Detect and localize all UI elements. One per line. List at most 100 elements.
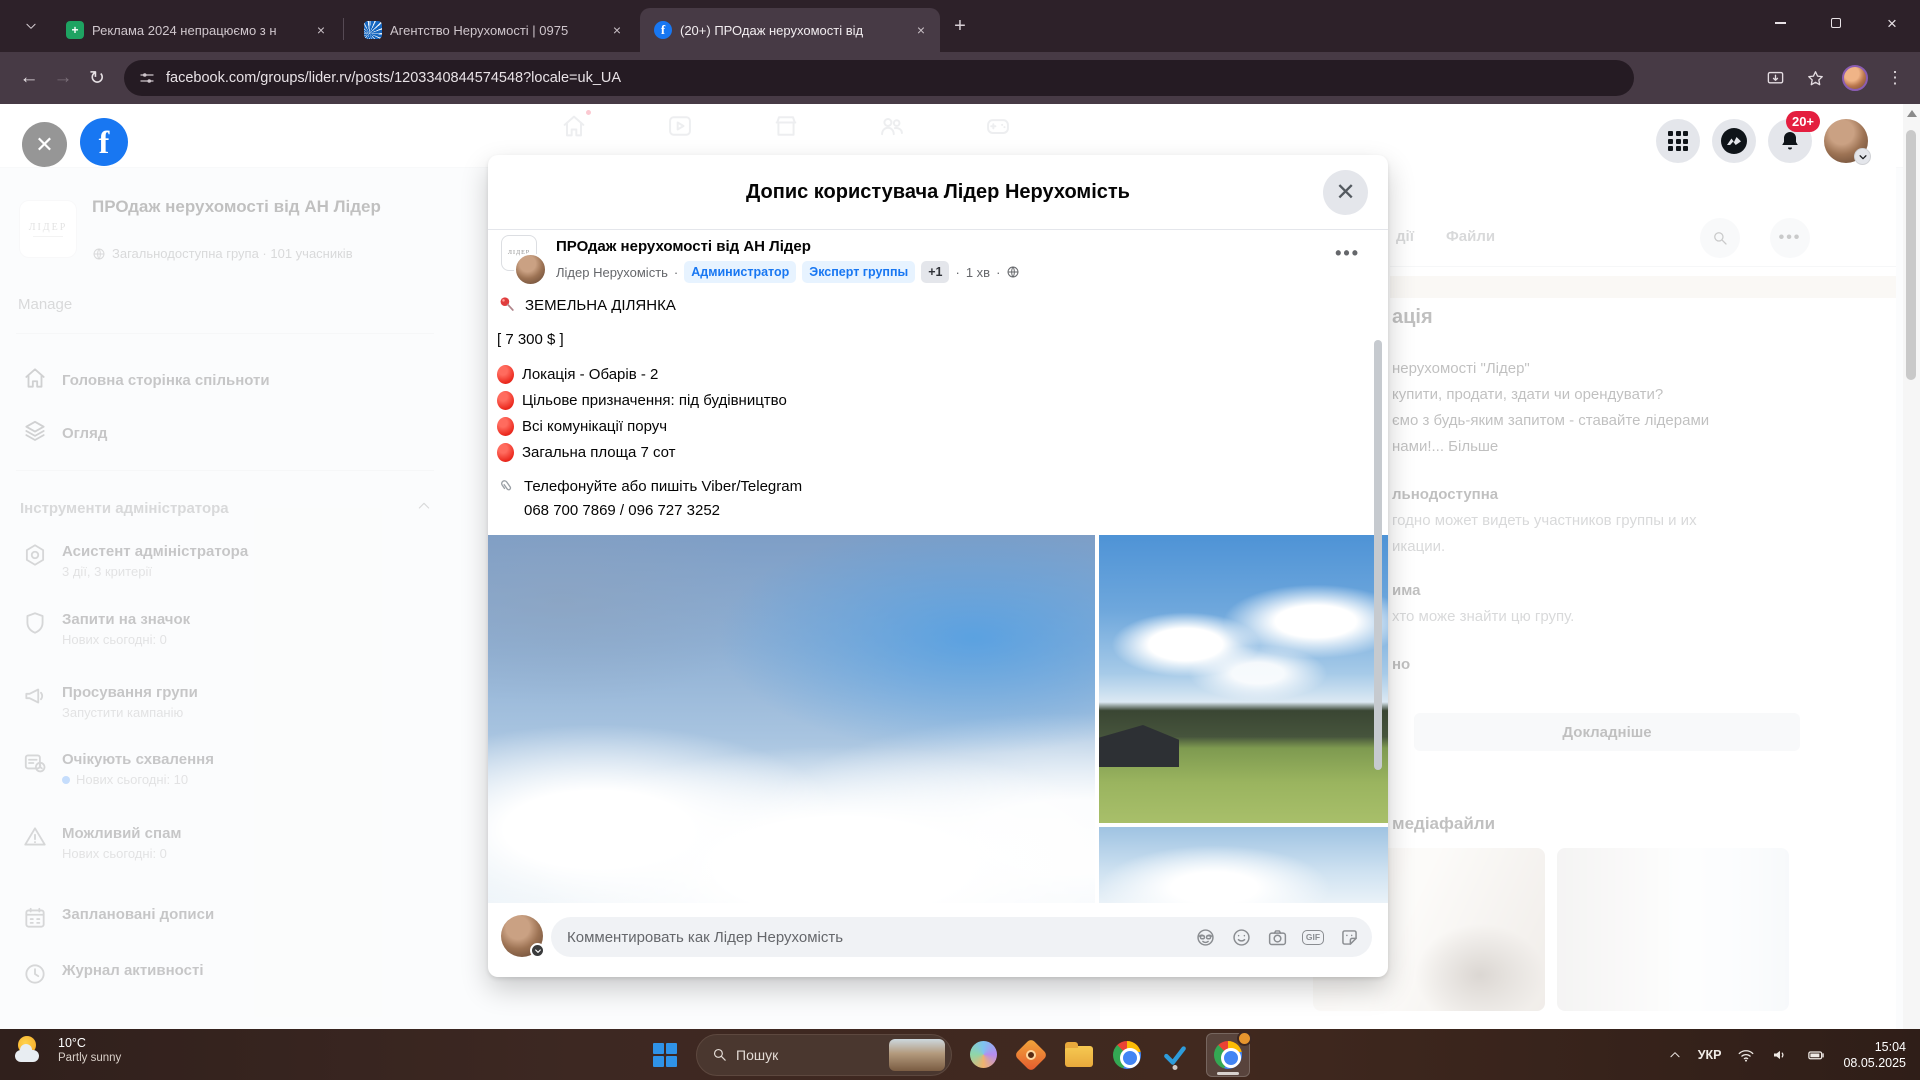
weather-temp: 10°C: [58, 1036, 86, 1050]
post-photo-sky[interactable]: [488, 535, 1095, 903]
window-minimize-button[interactable]: [1752, 0, 1808, 46]
tab-close-icon[interactable]: ×: [608, 21, 626, 39]
avatar-sticker-icon[interactable]: [1194, 926, 1216, 948]
post-photo-partial[interactable]: [1099, 827, 1388, 903]
windows-logo-icon: [653, 1042, 677, 1067]
pushpin-icon: [500, 297, 514, 311]
scrollbar-thumb[interactable]: [1906, 130, 1916, 380]
post-headline: ЗЕМЕЛЬНА ДІЛЯНКА: [497, 295, 676, 315]
comment-toolbar: GIF: [1194, 926, 1360, 948]
running-indicator: [1172, 1064, 1178, 1070]
tab-search-chevron-icon[interactable]: [16, 11, 46, 41]
system-tray: УКР 15:04 08.05.2025: [1668, 1029, 1906, 1080]
taskbar-search[interactable]: Пошук: [696, 1033, 952, 1076]
post-time[interactable]: 1 хв: [966, 265, 990, 280]
search-highlight-image: [889, 1038, 945, 1071]
tasks-app-button[interactable]: [1158, 1038, 1192, 1072]
tray-date: 08.05.2025: [1843, 1055, 1906, 1070]
volume-icon[interactable]: [1771, 1046, 1789, 1064]
install-app-icon[interactable]: [1758, 61, 1792, 95]
emoji-icon[interactable]: [1230, 926, 1252, 948]
tray-chevron-up-icon[interactable]: [1668, 1048, 1682, 1062]
facebook-logo[interactable]: f: [80, 118, 128, 166]
profile-avatar[interactable]: [1838, 61, 1872, 95]
file-explorer-button[interactable]: [1062, 1038, 1096, 1072]
wifi-icon[interactable]: [1737, 1046, 1755, 1064]
site-info-icon[interactable]: [138, 69, 156, 87]
browser-tabstrip: + Реклама 2024 непрацюємо з н × Агентств…: [0, 0, 1920, 52]
comment-input-pill: GIF: [551, 917, 1372, 957]
search-icon: [713, 1048, 726, 1061]
browser-menu-icon[interactable]: ⋮: [1878, 61, 1912, 95]
post-options-button[interactable]: •••: [1335, 243, 1360, 264]
post-photo-landscape[interactable]: [1099, 535, 1388, 823]
language-indicator[interactable]: УКР: [1698, 1048, 1722, 1062]
weather-condition: Partly sunny: [58, 1052, 122, 1064]
battery-icon[interactable]: [1805, 1046, 1827, 1064]
tab-close-icon[interactable]: ×: [312, 21, 330, 39]
browser-tab-1[interactable]: + Реклама 2024 непрацюємо з н ×: [52, 8, 340, 52]
sheets-favicon: +: [66, 21, 84, 39]
page-scrollbar[interactable]: [1903, 104, 1920, 1029]
photos-app-icon: [1014, 1037, 1048, 1072]
back-button[interactable]: ←: [12, 61, 46, 95]
taskbar-weather-widget[interactable]: 10°C Partly sunny: [14, 1034, 121, 1068]
post-author-avatar[interactable]: [514, 253, 547, 286]
camera-icon[interactable]: [1266, 926, 1288, 948]
window-controls: ×: [1752, 0, 1920, 46]
account-avatar[interactable]: [1824, 119, 1871, 165]
browser-toolbar: ← → ↻ facebook.com/groups/lider.rv/posts…: [0, 52, 1920, 104]
browser-tab-active[interactable]: f (20+) ПРОдаж нерухомості від ×: [640, 8, 940, 52]
tab-title: (20+) ПРОдаж нерухомості від: [680, 22, 864, 38]
modal-title: Допис користувача Лідер Нерухомість: [746, 181, 1130, 203]
reload-button[interactable]: ↻: [80, 61, 114, 95]
bell-icon: [1782, 132, 1798, 150]
chevron-down-icon: [530, 943, 545, 958]
copilot-app-button[interactable]: [966, 1038, 1000, 1072]
scroll-up-arrow[interactable]: [1907, 110, 1917, 117]
red-circle-icon: [497, 417, 514, 436]
chrome-app-button[interactable]: [1110, 1038, 1144, 1072]
post-group-name[interactable]: ПРОдаж нерухомості від АН Лідер: [556, 238, 811, 255]
modal-header: Допис користувача Лідер Нерухомість ✕: [488, 155, 1388, 230]
window-close-button[interactable]: ×: [1864, 0, 1920, 46]
window-maximize-button[interactable]: [1808, 0, 1864, 46]
bookmark-star-icon[interactable]: [1798, 61, 1832, 95]
modal-scrollbar-thumb[interactable]: [1374, 340, 1382, 770]
chevron-down-icon: [1854, 148, 1871, 165]
modal-close-button[interactable]: ✕: [1323, 170, 1368, 215]
apps-menu-button[interactable]: [1656, 119, 1700, 163]
messenger-button[interactable]: [1712, 119, 1756, 163]
sticker-icon[interactable]: [1338, 926, 1360, 948]
comment-input[interactable]: [567, 928, 1194, 946]
tray-time: 15:04: [1874, 1039, 1906, 1054]
tab-close-icon[interactable]: ×: [912, 21, 930, 39]
post-bullet: Цільове призначення: під будівництво: [497, 391, 787, 410]
messenger-icon: [1721, 128, 1747, 154]
notifications-button[interactable]: 20+: [1768, 111, 1820, 163]
post-bullet: Всі комунікації поруч: [497, 417, 667, 436]
facebook-page: ЛІДЕР ПРОдаж нерухомості від АН Лідер За…: [0, 104, 1920, 1029]
folder-icon: [1065, 1042, 1093, 1067]
chrome-notification-badge: [1237, 1030, 1252, 1046]
close-overlay-button[interactable]: ✕: [22, 122, 67, 167]
new-tab-button[interactable]: +: [946, 12, 974, 40]
chrome-active-window-button[interactable]: [1206, 1030, 1252, 1077]
chrome-icon: [1214, 1040, 1242, 1069]
start-button[interactable]: [648, 1038, 682, 1072]
tab-title: Реклама 2024 непрацюємо з н: [92, 22, 277, 38]
post-author[interactable]: Лідер Нерухомість: [556, 265, 668, 280]
address-bar[interactable]: facebook.com/groups/lider.rv/posts/12033…: [124, 60, 1634, 96]
tab-title: Агентство Нерухомості | 0975: [390, 22, 569, 38]
browser-tab-2[interactable]: Агентство Нерухомості | 0975 ×: [350, 8, 636, 52]
taskbar-clock[interactable]: 15:04 08.05.2025: [1843, 1039, 1906, 1071]
post-bullet: Локація - Обарів - 2: [497, 365, 658, 384]
gif-icon[interactable]: GIF: [1302, 926, 1324, 948]
screen: + Реклама 2024 непрацюємо з н × Агентств…: [0, 0, 1920, 1080]
search-placeholder: Пошук: [736, 1046, 779, 1063]
comment-avatar[interactable]: [501, 915, 545, 958]
photos-app-button[interactable]: [1014, 1037, 1048, 1072]
post-price: [ 7 300 $ ]: [497, 331, 564, 348]
post-bullet: Загальна площа 7 сот: [497, 443, 676, 462]
forward-button[interactable]: →: [46, 61, 80, 95]
